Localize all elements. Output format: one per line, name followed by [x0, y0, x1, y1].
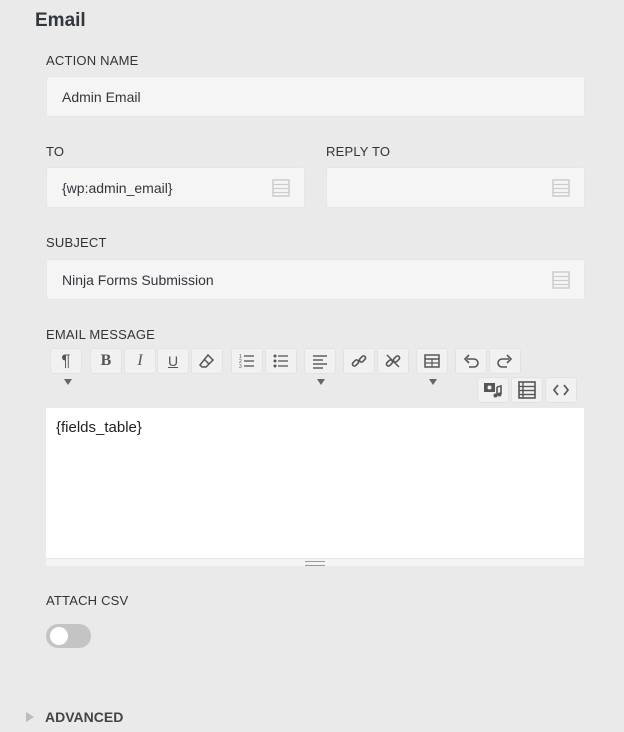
italic-icon: I [137, 352, 143, 369]
ordered-list-button[interactable]: 1 2 3 [231, 348, 263, 374]
to-label: TO [46, 144, 65, 159]
merge-tag-icon[interactable] [272, 179, 290, 197]
email-message-editor[interactable]: {fields_table} [46, 408, 584, 558]
source-code-button[interactable] [545, 377, 577, 403]
ordered-list-icon: 1 2 3 [239, 354, 254, 369]
bold-icon: B [100, 352, 112, 369]
reply-to-label: REPLY TO [326, 144, 391, 159]
merge-tag-icon[interactable] [552, 271, 570, 289]
subject-field[interactable]: Ninja Forms Submission [46, 259, 585, 300]
resize-grip-icon[interactable] [305, 561, 325, 566]
undo-button[interactable] [455, 348, 487, 374]
action-name-value: Admin Email [62, 89, 141, 105]
align-button[interactable] [304, 348, 336, 374]
unordered-list-button[interactable] [265, 348, 297, 374]
code-icon [553, 384, 569, 396]
media-icon [484, 383, 502, 398]
email-action-panel: Email ACTION NAME Admin Email TO {wp:adm… [0, 0, 624, 732]
merge-tags-icon [518, 381, 536, 399]
editor-resize-handle[interactable] [46, 558, 584, 566]
email-message-label: EMAIL MESSAGE [46, 327, 156, 342]
action-name-label: ACTION NAME [46, 53, 139, 68]
merge-tag-icon[interactable] [552, 179, 570, 197]
reply-to-field[interactable] [326, 167, 585, 208]
to-field[interactable]: {wp:admin_email} [46, 167, 305, 208]
paragraph-format-button[interactable]: ¶ [50, 348, 82, 374]
insert-link-button[interactable] [343, 348, 375, 374]
underline-icon: U [167, 353, 179, 369]
redo-button[interactable] [489, 348, 521, 374]
attach-csv-label: ATTACH CSV [46, 593, 129, 608]
undo-icon [463, 354, 479, 368]
to-value: {wp:admin_email} [62, 180, 173, 196]
table-icon [424, 354, 440, 368]
attach-csv-toggle[interactable] [46, 624, 91, 648]
editor-toolbar: ¶ B I U 1 2 3 [46, 346, 584, 408]
svg-text:3: 3 [239, 364, 242, 369]
section-title: Email [35, 10, 86, 31]
clear-format-button[interactable] [191, 348, 223, 374]
add-media-button[interactable] [477, 377, 509, 403]
italic-button[interactable]: I [124, 348, 156, 374]
email-message-content[interactable]: {fields_table} [56, 419, 142, 436]
subject-value: Ninja Forms Submission [62, 272, 214, 288]
unlink-icon [385, 354, 401, 368]
merge-tags-button[interactable] [511, 377, 543, 403]
underline-button[interactable]: U [157, 348, 189, 374]
subject-label: SUBJECT [46, 235, 107, 250]
remove-link-button[interactable] [377, 348, 409, 374]
eraser-icon [199, 353, 215, 368]
insert-table-button[interactable] [416, 348, 448, 374]
align-left-icon [313, 355, 327, 369]
link-icon [351, 355, 367, 367]
chevron-down-icon[interactable] [64, 379, 72, 385]
chevron-down-icon[interactable] [317, 379, 325, 385]
advanced-section-toggle[interactable]: ADVANCED [45, 709, 123, 725]
paragraph-icon: ¶ [61, 351, 71, 370]
action-name-field[interactable]: Admin Email [46, 76, 585, 117]
toggle-knob [50, 627, 68, 645]
unordered-list-icon [273, 354, 288, 368]
bold-button[interactable]: B [90, 348, 122, 374]
redo-icon [497, 354, 513, 368]
expand-arrow-icon[interactable] [26, 712, 34, 722]
chevron-down-icon[interactable] [429, 379, 437, 385]
